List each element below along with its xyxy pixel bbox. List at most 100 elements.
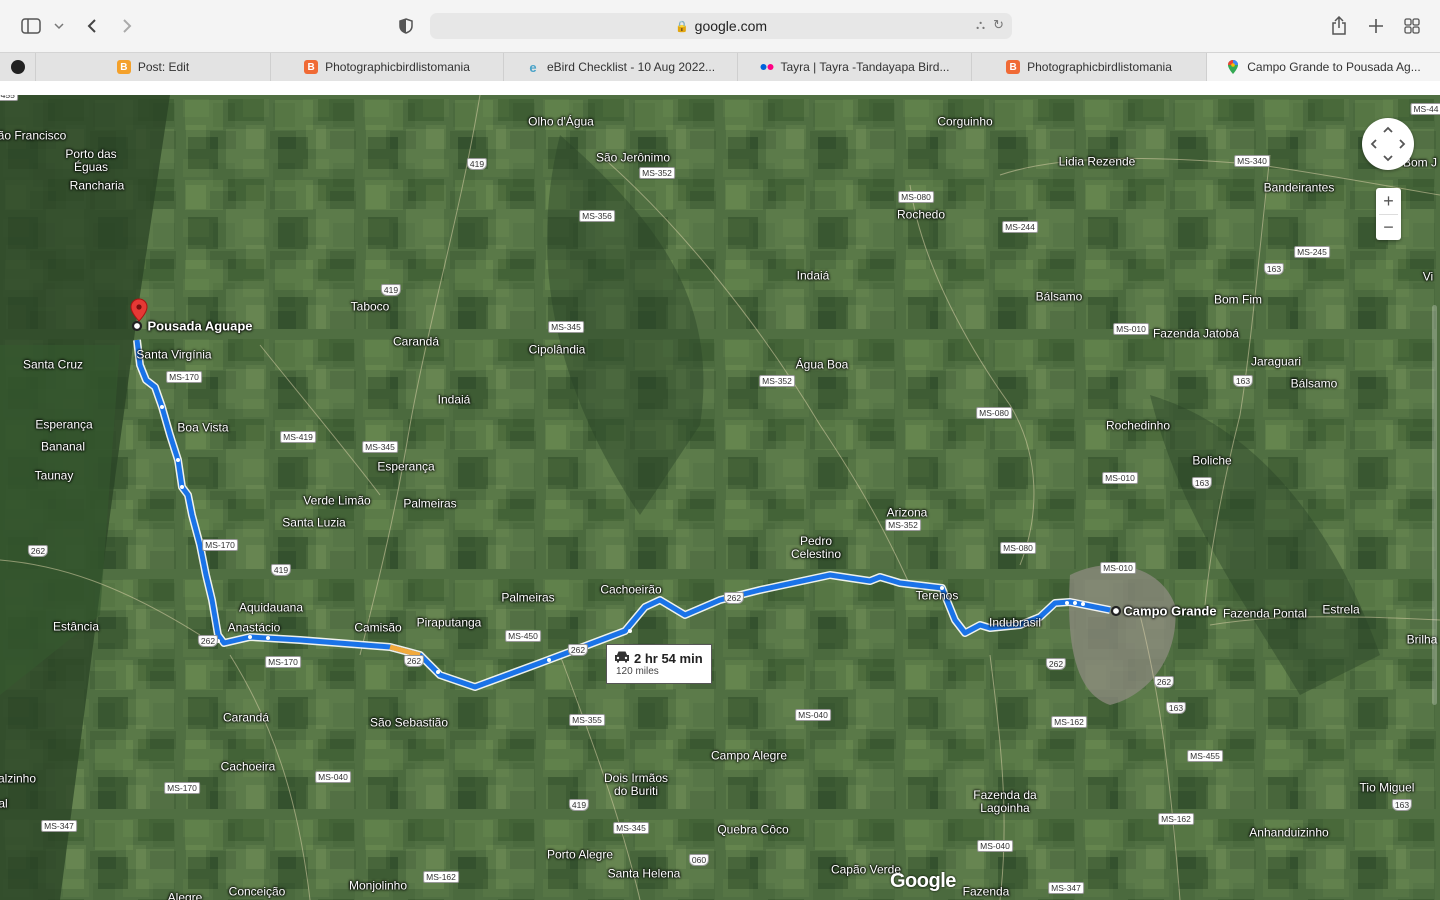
- place-label: Santa Helena: [607, 866, 681, 881]
- place-label: São Jerônimo: [595, 150, 671, 165]
- place-label: Indubrasil: [988, 615, 1042, 630]
- road-shield: 060: [688, 854, 710, 866]
- place-label: Dois Irmãos do Buriti: [603, 771, 669, 798]
- place-label: Fazenda Pontal: [1222, 606, 1308, 621]
- road-shield: MS-080: [1000, 542, 1036, 554]
- road-shield: MS-245: [1294, 246, 1330, 258]
- tab-post-edit[interactable]: B Post: Edit: [36, 53, 271, 81]
- flickr-icon: [760, 60, 774, 74]
- road-shield: MS-352: [639, 167, 675, 179]
- place-label: Fazenda da Lagoinha: [973, 788, 1037, 815]
- destination-label[interactable]: Pousada Aguape: [148, 320, 253, 333]
- tab-google-maps[interactable]: Campo Grande to Pousada Ag...: [1207, 53, 1440, 81]
- road-shield: MS-419: [280, 431, 316, 443]
- road-shield: 262: [567, 644, 589, 656]
- tab-overview-icon[interactable]: [1401, 12, 1423, 40]
- route-info-box[interactable]: 2 hr 54 min 120 miles: [606, 644, 712, 684]
- place-label: Carandá: [392, 334, 440, 349]
- road-shield: MS-352: [759, 375, 795, 387]
- scrollbar[interactable]: [1432, 305, 1437, 705]
- road-shield: MS-352: [885, 519, 921, 531]
- pan-control[interactable]: [1362, 118, 1414, 170]
- google-logo: Google: [890, 870, 956, 892]
- origin-label[interactable]: Campo Grande: [1123, 605, 1216, 618]
- tab-ebird-checklist[interactable]: e eBird Checklist - 10 Aug 2022...: [504, 53, 738, 81]
- tab-photographicbirdlistomania-2[interactable]: B Photographicbirdlistomania: [972, 53, 1207, 81]
- road-shield: 419: [466, 158, 488, 170]
- place-label: Tio Miguel: [1359, 780, 1415, 795]
- place-label: Fazenda Jatobá: [1152, 326, 1240, 341]
- tab-bar: B Post: Edit B Photographicbirdlistomani…: [0, 52, 1440, 82]
- road-shield: 163: [1191, 477, 1213, 489]
- place-label: al: [0, 796, 8, 811]
- satellite-imagery: [0, 95, 1440, 900]
- road-shield: 163: [1165, 702, 1187, 714]
- road-shield: 262: [723, 592, 745, 604]
- tab-photographicbirdlistomania-1[interactable]: B Photographicbirdlistomania: [271, 53, 504, 81]
- road-shield: MS-170: [202, 539, 238, 551]
- place-label: Terenos: [915, 588, 959, 603]
- place-label: Esperança: [35, 417, 93, 432]
- sidebar-toggle-icon[interactable]: [18, 12, 44, 40]
- place-label: Porto Alegre: [546, 847, 614, 862]
- road-shield: MS-162: [1158, 813, 1194, 825]
- road-shield: MS-170: [265, 656, 301, 668]
- google-maps-icon: [1226, 60, 1240, 74]
- place-label: Esperança: [377, 459, 435, 474]
- tab-label: Tayra | Tayra -Tandayapa Bird...: [780, 60, 950, 74]
- tab-pinned[interactable]: [0, 53, 36, 81]
- road-shield: 419: [568, 799, 590, 811]
- road-shield: 163: [1391, 799, 1413, 811]
- road-shield: MS-010: [1113, 323, 1149, 335]
- place-label: Cipolândia: [528, 342, 586, 357]
- road-shield: 262: [27, 545, 49, 557]
- road-shield: MS-356: [579, 210, 615, 222]
- road-shield: MS-347: [1048, 882, 1084, 894]
- satellite-map[interactable]: ão Francisco Porto das Éguas Rancharia Olho …: [0, 95, 1440, 900]
- blogger-icon: B: [116, 60, 131, 74]
- back-icon[interactable]: [80, 12, 104, 40]
- place-label: alzinho: [0, 771, 37, 786]
- blogger-icon: B: [1006, 60, 1021, 74]
- forward-icon[interactable]: [115, 12, 139, 40]
- destination-dot: [131, 320, 143, 332]
- address-bar[interactable]: 🔒 google.com ⛬ ↻: [430, 13, 1012, 39]
- place-label: Conceição: [228, 884, 286, 899]
- road-shield: 262: [1045, 658, 1067, 670]
- place-label: Rochedinho: [1105, 418, 1171, 433]
- road-shield: MS-345: [613, 822, 649, 834]
- zoom-in-button[interactable]: +: [1376, 188, 1401, 214]
- road-shield: MS-170: [166, 371, 202, 383]
- tab-tayra-flickr[interactable]: Tayra | Tayra -Tandayapa Bird...: [738, 53, 972, 81]
- road-shield: MS-170: [164, 782, 200, 794]
- place-label: ão Francisco: [0, 128, 67, 143]
- new-tab-icon[interactable]: [1365, 12, 1387, 40]
- place-label: Monjolinho: [348, 878, 408, 893]
- place-label: Pedro Celestino: [790, 534, 842, 561]
- place-label: Estância: [52, 619, 100, 634]
- chevron-down-icon[interactable]: [50, 12, 68, 40]
- road-shield: 163: [1232, 375, 1254, 387]
- tab-label: eBird Checklist - 10 Aug 2022...: [546, 60, 716, 74]
- share-icon[interactable]: [1328, 12, 1350, 40]
- place-label: Camisão: [354, 620, 402, 635]
- tab-label: Post: Edit: [137, 60, 190, 74]
- reload-icon[interactable]: ↻: [993, 17, 1004, 33]
- tab-label: Photographicbirdlistomania: [1027, 60, 1172, 74]
- translate-icon[interactable]: ⛬: [976, 17, 985, 33]
- place-label: Bananal: [40, 439, 86, 454]
- place-label: Aquidauana: [238, 600, 304, 615]
- place-label: Vi: [1422, 269, 1434, 284]
- place-label: Taboco: [350, 299, 390, 314]
- place-label: Indaiá: [796, 268, 830, 283]
- site-icon: [10, 60, 25, 74]
- privacy-shield-icon[interactable]: [394, 12, 418, 40]
- road-shield: 262: [197, 635, 219, 647]
- road-shield: MS-44: [1410, 103, 1440, 115]
- road-shield: MS-244: [1002, 221, 1038, 233]
- tab-label: Campo Grande to Pousada Ag...: [1247, 60, 1421, 74]
- place-label: Corguinho: [937, 114, 993, 129]
- place-label: Bandeirantes: [1263, 180, 1335, 195]
- zoom-out-button[interactable]: −: [1376, 214, 1401, 240]
- place-label: Arizona: [886, 505, 928, 520]
